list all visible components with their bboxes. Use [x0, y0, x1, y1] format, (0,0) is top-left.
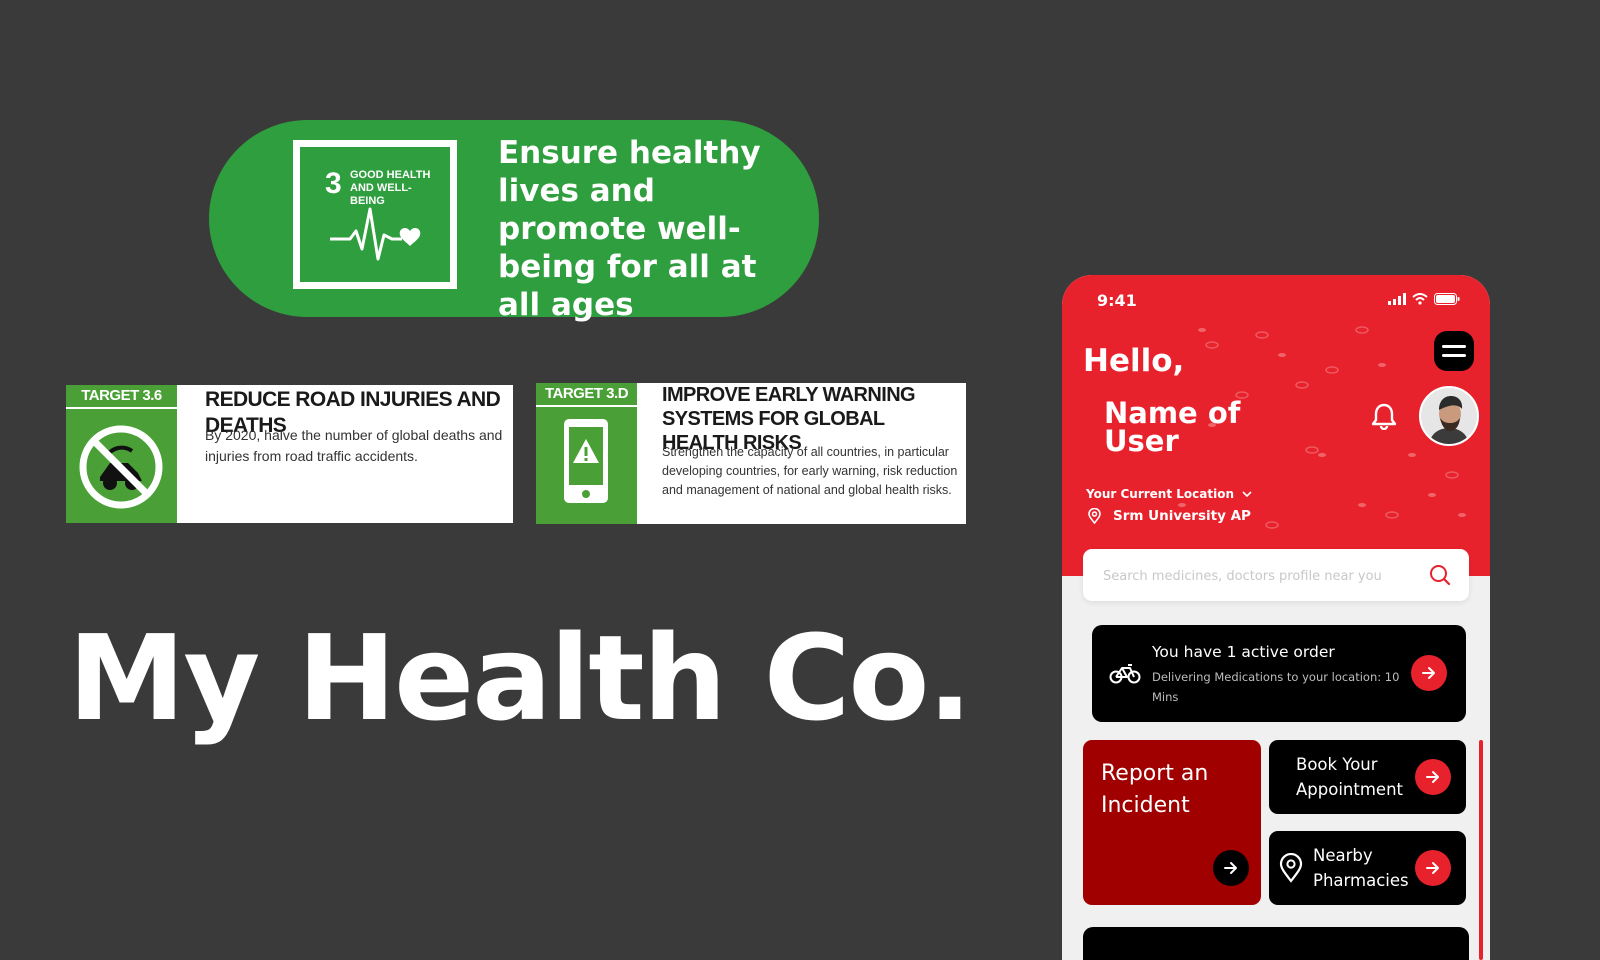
heartbeat-icon [330, 207, 421, 261]
avatar[interactable] [1419, 386, 1479, 446]
signal-icon [1388, 293, 1406, 305]
location-value-text: Srm University AP [1113, 508, 1251, 524]
no-car-crash-icon [66, 411, 177, 523]
search-bar [1083, 549, 1469, 603]
incident-label: Report an Incident [1101, 761, 1209, 818]
order-arrow-button[interactable] [1411, 655, 1447, 691]
pharmacies-arrow-button[interactable] [1415, 850, 1451, 886]
brand-title: My Health Co. [68, 609, 972, 747]
target-card-road-injuries: TARGET 3.6 REDUCE ROAD INJURIES AND DEAT… [66, 385, 513, 523]
location-label[interactable]: Your Current Location [1086, 487, 1252, 501]
search-icon[interactable] [1429, 564, 1451, 586]
sdg-goal-label: GOOD HEALTH AND WELL-BEING [350, 169, 431, 207]
target-description: By 2020, halve the number of global deat… [205, 427, 503, 464]
menu-bar [1442, 354, 1466, 357]
appointment-arrow-button[interactable] [1415, 759, 1451, 795]
arrow-right-icon [1224, 862, 1237, 874]
active-order-card[interactable]: You have 1 active order Delivering Medic… [1092, 625, 1466, 722]
arrow-right-icon [1426, 771, 1439, 783]
appointment-label: Book Your Appointment [1296, 755, 1403, 799]
sdg-headline: Ensure healthy lives and promote well-be… [498, 135, 761, 323]
sdg-goal-number: 3 [325, 167, 342, 200]
phone-header: 9:41 Hello, Name of User Your Current Lo… [1062, 275, 1490, 576]
sdg-goal-icon: 3 GOOD HEALTH AND WELL-BEING [293, 140, 457, 289]
menu-button[interactable] [1434, 331, 1474, 371]
scrollbar[interactable] [1479, 740, 1483, 960]
search-input[interactable] [1101, 549, 1415, 603]
phone-mockup: 9:41 Hello, Name of User Your Current Lo… [1062, 275, 1490, 960]
sdg-goal-banner: 3 GOOD HEALTH AND WELL-BEING Ensure heal… [209, 120, 819, 323]
order-title: You have 1 active order [1152, 643, 1335, 661]
location-value: Srm University AP [1088, 508, 1251, 524]
report-incident-card[interactable]: Report an Incident [1083, 740, 1261, 905]
status-time: 9:41 [1097, 291, 1137, 310]
target-label: TARGET 3.D [536, 383, 637, 407]
status-icons [1388, 293, 1460, 305]
arrow-right-icon [1422, 667, 1435, 679]
target-description: Strengthen the capacity of all countries… [662, 445, 958, 497]
incident-arrow-button[interactable] [1213, 850, 1249, 886]
wifi-icon [1412, 293, 1428, 305]
nearby-pharmacies-card[interactable]: Nearby Pharmacies [1269, 831, 1466, 905]
menu-bar [1442, 345, 1466, 348]
chevron-down-icon [1242, 490, 1252, 497]
target-card-early-warning: TARGET 3.D IMPROVE EARLY WARNING SYSTEMS… [536, 383, 966, 524]
book-appointment-card[interactable]: Book Your Appointment [1269, 740, 1466, 814]
location-pin-icon [1279, 853, 1303, 883]
target-badge: TARGET 3.6 [66, 385, 177, 523]
location-pin-icon [1088, 508, 1101, 524]
target-badge: TARGET 3.D [536, 383, 637, 524]
pharmacies-label: Nearby Pharmacies [1313, 846, 1409, 890]
bike-icon [1109, 664, 1141, 684]
target-label: TARGET 3.6 [66, 385, 177, 409]
greeting: Hello, [1083, 343, 1185, 379]
battery-icon [1434, 293, 1460, 305]
user-photo [1421, 388, 1477, 444]
arrow-right-icon [1426, 862, 1439, 874]
phone-warning-icon [536, 409, 637, 524]
bottom-card[interactable] [1083, 927, 1469, 960]
location-label-text: Your Current Location [1086, 487, 1234, 501]
bell-icon[interactable] [1371, 402, 1397, 430]
order-subtitle: Delivering Medications to your location:… [1152, 670, 1400, 704]
user-name: Name of User [1104, 396, 1241, 458]
